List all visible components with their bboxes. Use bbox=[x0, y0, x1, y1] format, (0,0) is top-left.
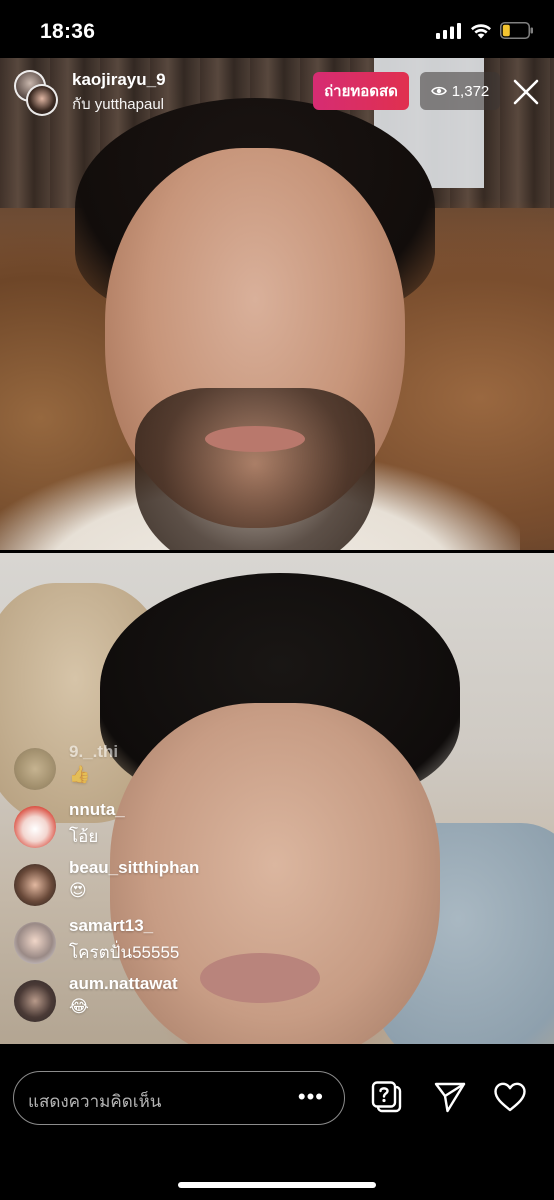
commenter-avatar[interactable] bbox=[14, 922, 56, 964]
cellular-signal-icon bbox=[436, 22, 461, 39]
status-bar: 18:36 bbox=[0, 0, 554, 62]
comment-text: โอ้ย bbox=[69, 827, 99, 846]
comment-text: 😍 bbox=[69, 881, 87, 900]
comment-placeholder: แสดงความคิดเห็น bbox=[28, 1092, 162, 1111]
comment-item[interactable]: beau_sitthiphan 😍 bbox=[12, 858, 332, 916]
home-indicator[interactable] bbox=[178, 1182, 376, 1188]
question-button[interactable] bbox=[367, 1077, 407, 1117]
status-icons bbox=[436, 22, 534, 39]
comment-username[interactable]: samart13_ bbox=[69, 916, 153, 936]
commenter-avatar[interactable] bbox=[14, 864, 56, 906]
wifi-icon bbox=[471, 23, 491, 38]
comment-username[interactable]: aum.nattawat bbox=[69, 974, 178, 994]
comment-username[interactable]: 9._.thi bbox=[69, 742, 118, 762]
eye-icon bbox=[430, 86, 447, 96]
commenter-avatar[interactable] bbox=[14, 980, 56, 1022]
status-time: 18:36 bbox=[40, 20, 96, 43]
close-icon[interactable] bbox=[510, 76, 542, 108]
comment-text: 👍 bbox=[69, 765, 91, 784]
guest-with-label[interactable]: กับ yutthapaul bbox=[72, 92, 164, 116]
host-mouth bbox=[205, 426, 305, 452]
avatar-guest[interactable] bbox=[26, 84, 58, 116]
host-beard bbox=[135, 388, 375, 550]
like-button[interactable] bbox=[490, 1077, 530, 1117]
viewer-count: 1,372 bbox=[451, 82, 490, 100]
more-options-button[interactable]: ••• bbox=[298, 1084, 324, 1110]
battery-icon bbox=[500, 22, 533, 39]
host-video-feed[interactable] bbox=[0, 58, 554, 550]
comment-username[interactable]: beau_sitthiphan bbox=[69, 858, 199, 878]
comment-item[interactable]: samart13_ โครตปั่น55555 bbox=[12, 916, 332, 974]
bottom-bar: แสดงความคิดเห็น ••• bbox=[0, 1044, 554, 1200]
commenter-avatar[interactable] bbox=[14, 748, 56, 790]
comment-text: 😂 bbox=[69, 997, 89, 1016]
heart-icon bbox=[494, 1082, 526, 1112]
comment-text: โครตปั่น55555 bbox=[69, 943, 180, 962]
comment-item[interactable]: 9._.thi 👍 bbox=[12, 742, 332, 800]
participant-avatars[interactable] bbox=[14, 70, 62, 116]
host-username[interactable]: kaojirayu_9 bbox=[72, 70, 166, 90]
comment-item[interactable]: aum.nattawat 😂 bbox=[12, 974, 332, 1032]
live-badge: ถ่ายทอดสด bbox=[313, 72, 409, 110]
viewer-count-pill[interactable]: 1,372 bbox=[420, 72, 500, 110]
comment-item[interactable]: nnuta_ โอ้ย bbox=[12, 800, 332, 858]
comment-feed: 9._.thi 👍 nnuta_ โอ้ย beau_sitthiphan 😍 … bbox=[12, 742, 332, 1032]
comment-username[interactable]: nnuta_ bbox=[69, 800, 125, 820]
commenter-avatar[interactable] bbox=[14, 806, 56, 848]
send-icon bbox=[434, 1082, 466, 1113]
question-icon bbox=[371, 1081, 402, 1113]
live-header: kaojirayu_9 กับ yutthapaul ถ่ายทอดสด 1,3… bbox=[0, 68, 554, 118]
comment-input[interactable]: แสดงความคิดเห็น ••• bbox=[13, 1071, 345, 1125]
share-button[interactable] bbox=[430, 1077, 470, 1117]
